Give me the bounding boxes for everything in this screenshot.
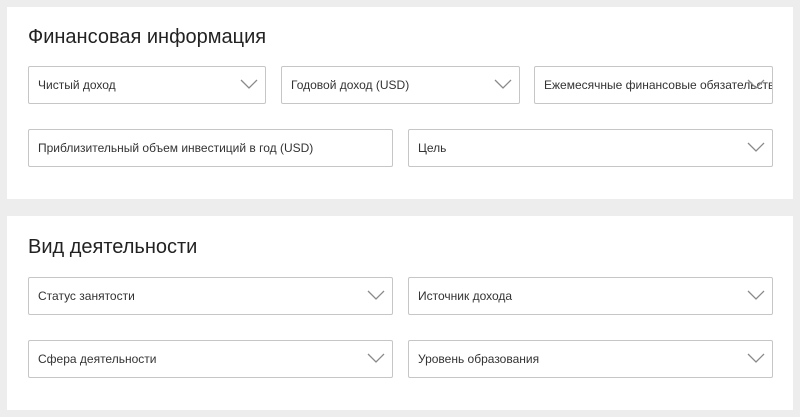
goal-select[interactable]: Цель <box>408 129 773 167</box>
goal-label: Цель <box>418 141 447 155</box>
annual-investment-input[interactable]: Приблизительный объем инвестиций в год (… <box>28 129 393 167</box>
education-level-select[interactable]: Уровень образования <box>408 340 773 378</box>
activity-section: Вид деятельности Статус занятости Источн… <box>7 216 793 410</box>
monthly-obligations-select[interactable]: Ежемесячные финансовые обязательства <box>534 66 773 104</box>
monthly-obligations-label: Ежемесячные финансовые обязательства <box>544 78 773 92</box>
employment-status-select[interactable]: Статус занятости <box>28 277 393 315</box>
financial-info-section: Финансовая информация Чистый доход Годов… <box>7 7 793 199</box>
industry-label: Сфера деятельности <box>38 352 157 366</box>
financial-info-title: Финансовая информация <box>28 26 267 48</box>
education-level-label: Уровень образования <box>418 352 540 366</box>
net-income-select[interactable]: Чистый доход <box>28 66 266 104</box>
chevron-down-icon <box>747 289 765 301</box>
chevron-down-icon <box>747 141 765 153</box>
activity-title: Вид деятельности <box>28 236 198 258</box>
income-source-select[interactable]: Источник дохода <box>408 277 773 315</box>
annual-income-select[interactable]: Годовой доход (USD) <box>281 66 520 104</box>
employment-status-label: Статус занятости <box>38 289 135 303</box>
industry-select[interactable]: Сфера деятельности <box>28 340 393 378</box>
chevron-down-icon <box>494 78 512 90</box>
chevron-down-icon <box>367 352 385 364</box>
chevron-down-icon <box>747 352 765 364</box>
chevron-down-icon <box>240 78 258 90</box>
annual-income-label: Годовой доход (USD) <box>291 78 410 92</box>
chevron-down-icon <box>747 78 765 90</box>
net-income-label: Чистый доход <box>38 78 116 92</box>
chevron-down-icon <box>367 289 385 301</box>
income-source-label: Источник дохода <box>418 289 513 303</box>
annual-investment-label: Приблизительный объем инвестиций в год (… <box>38 141 314 155</box>
